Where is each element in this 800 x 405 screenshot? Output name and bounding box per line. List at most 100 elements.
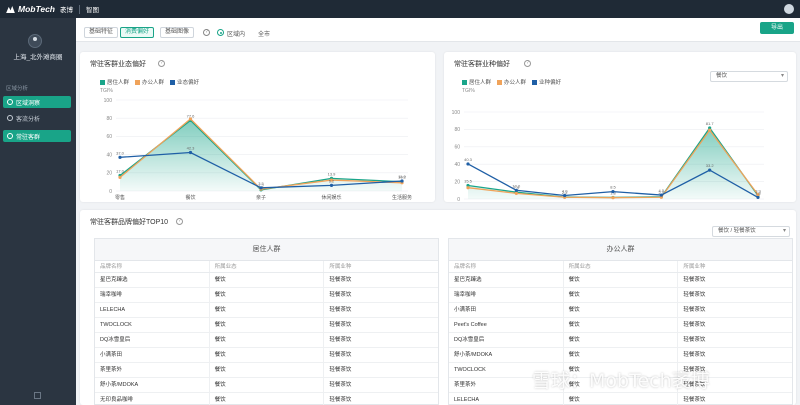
table-cell: 舒小茶/MDOKA bbox=[449, 348, 564, 362]
sidebar-item-label: 常驻客群 bbox=[16, 134, 41, 141]
collapse-icon[interactable] bbox=[34, 392, 41, 399]
help-icon[interactable]: ? bbox=[203, 29, 210, 36]
y-tick-label: 60 bbox=[106, 134, 112, 140]
tab-basic-image[interactable]: 基础图像 bbox=[160, 27, 195, 38]
table-cell: 餐饮 bbox=[210, 318, 325, 332]
avatar[interactable] bbox=[28, 34, 42, 48]
table-cell: 餐饮 bbox=[564, 303, 679, 317]
table-cell: Peet's Coffee bbox=[449, 318, 564, 332]
area-name: 上海_北外滩商圈 bbox=[13, 54, 63, 61]
column-header[interactable]: 所属业种 bbox=[324, 261, 438, 272]
people-icon bbox=[7, 133, 13, 139]
table-cell: 餐饮 bbox=[564, 318, 679, 332]
user-avatar-icon[interactable] bbox=[784, 4, 794, 14]
table-row[interactable]: 星巴克臻选 餐饮 轻餐茶饮 bbox=[95, 273, 438, 288]
table-cell: 轻餐茶饮 bbox=[329, 322, 352, 328]
chart-card-category-preference: 常驻客群业种偏好 ? 餐饮 居住人群 办公人群 业种偏好 TGI% 020406… bbox=[444, 52, 796, 202]
table-row[interactable]: 瑞幸咖啡 餐饮 轻餐茶饮 bbox=[95, 288, 438, 303]
brand-category-select[interactable]: 餐饮 / 轻餐茶饮 bbox=[712, 226, 790, 237]
toolbar: 基础特征 消费偏好 基础图像 ? 区域内 全市 导出 bbox=[76, 18, 800, 42]
y-tick-label: 20 bbox=[454, 179, 460, 185]
table-row[interactable]: LELECHA 餐饮 轻餐茶饮 bbox=[95, 303, 438, 318]
table-cell: 餐饮 bbox=[210, 288, 325, 302]
column-header[interactable]: 所属业态 bbox=[564, 261, 679, 272]
radio-label[interactable]: 全市 bbox=[258, 29, 270, 38]
data-point bbox=[756, 195, 760, 200]
table-cell: 无印良品咖啡 bbox=[95, 393, 210, 405]
data-point bbox=[259, 186, 263, 190]
sidebar-item-label: 客流分析 bbox=[16, 116, 41, 123]
table-row[interactable]: 舒小茶/MDOKA 餐饮 轻餐茶饮 bbox=[449, 348, 792, 363]
y-tick-label: 0 bbox=[457, 197, 460, 202]
brand-logo[interactable]: MobTech 袤博 bbox=[0, 4, 73, 14]
table-cell: 轻餐茶饮 bbox=[683, 277, 706, 283]
table-row[interactable]: 小满茶田 餐饮 轻餐茶饮 bbox=[95, 348, 438, 363]
data-point bbox=[708, 168, 712, 172]
logo-icon bbox=[6, 5, 15, 13]
sidebar-item-traffic[interactable]: 客流分析 bbox=[3, 112, 71, 124]
help-icon[interactable]: ? bbox=[176, 218, 183, 225]
column-header[interactable]: 所属业种 bbox=[678, 261, 792, 272]
radio-in-area[interactable] bbox=[217, 29, 224, 36]
table-cell: 轻餐茶饮 bbox=[683, 322, 706, 328]
table-row[interactable]: TWOCLOCK 餐饮 轻餐茶饮 bbox=[95, 318, 438, 333]
data-label: 33.2 bbox=[706, 163, 715, 168]
table-cell: 轻餐茶饮 bbox=[329, 277, 352, 283]
table-cell: 餐饮 bbox=[210, 303, 325, 317]
data-label: 37.0 bbox=[116, 150, 125, 155]
table-row[interactable]: 茶里茶外 餐饮 轻餐茶饮 bbox=[95, 363, 438, 378]
sidebar-item-area-insight[interactable]: 区域洞察 bbox=[3, 96, 71, 108]
data-point bbox=[188, 117, 193, 121]
x-tick-label: 零售 bbox=[115, 194, 125, 201]
sidebar-item-label: 区域洞察 bbox=[16, 100, 41, 107]
tab-basic-features[interactable]: 基础特征 bbox=[84, 27, 119, 38]
table-cell: 餐饮 bbox=[210, 363, 325, 377]
table-row[interactable]: 星巴克臻选 餐饮 轻餐茶饮 bbox=[449, 273, 792, 288]
chart-icon bbox=[7, 115, 13, 121]
tab-consumption-preference[interactable]: 消费偏好 bbox=[120, 27, 155, 38]
data-label: 42.3 bbox=[187, 146, 196, 151]
table-row[interactable]: DQ冰雪皇后 餐饮 轻餐茶饮 bbox=[95, 333, 438, 348]
y-tick-label: 80 bbox=[454, 127, 460, 133]
table-cell: 轻餐茶饮 bbox=[329, 352, 352, 358]
column-header[interactable]: 品牌名称 bbox=[449, 261, 564, 272]
table-row[interactable]: Peet's Coffee 餐饮 轻餐茶饮 bbox=[449, 318, 792, 333]
table-row[interactable]: 小满茶田 餐饮 轻餐茶饮 bbox=[449, 303, 792, 318]
data-point bbox=[466, 186, 470, 190]
table-cell: 轻餐茶饮 bbox=[329, 337, 352, 343]
table-cell: 餐饮 bbox=[210, 393, 325, 405]
table-cell: LELECHA bbox=[95, 303, 210, 317]
column-header[interactable]: 所属业态 bbox=[210, 261, 325, 272]
table-row[interactable]: 舒小茶/MDOKA 餐饮 轻餐茶饮 bbox=[95, 378, 438, 393]
sidebar: 上海_北外滩商圈 区域分析 区域洞察 客流分析 常驻客群 bbox=[0, 18, 76, 405]
table-body: 星巴克臻选 餐饮 轻餐茶饮 瑞幸咖啡 餐饮 轻餐茶饮 LELECHA 餐饮 轻餐茶饮 TWOCLO… bbox=[95, 273, 438, 405]
table-cell: 轻餐茶饮 bbox=[683, 397, 706, 403]
table-cell: 轻餐茶饮 bbox=[329, 382, 352, 388]
y-tick-label: 0 bbox=[109, 189, 112, 195]
x-tick-label: 亲子 bbox=[256, 194, 266, 201]
table-row[interactable]: 无印良品咖啡 餐饮 轻餐茶饮 bbox=[95, 393, 438, 405]
y-tick-label: 80 bbox=[106, 116, 112, 122]
table-cell: 舒小茶/MDOKA bbox=[95, 378, 210, 392]
data-label: 13.9 bbox=[328, 171, 337, 176]
column-header[interactable]: 品牌名称 bbox=[95, 261, 210, 272]
y-tick-label: 40 bbox=[106, 152, 112, 158]
table-row[interactable]: DQ冰雪皇后 餐饮 轻餐茶饮 bbox=[449, 333, 792, 348]
table-cell: 餐饮 bbox=[210, 348, 325, 362]
table-cell: 餐饮 bbox=[210, 273, 325, 287]
divider bbox=[79, 4, 80, 14]
sidebar-item-resident[interactable]: 常驻客群 bbox=[3, 130, 71, 142]
export-button[interactable]: 导出 bbox=[760, 22, 794, 34]
table-cell: 餐饮 bbox=[210, 333, 325, 347]
table-cell: 小满茶田 bbox=[95, 348, 210, 362]
data-label: 40.3 bbox=[464, 157, 473, 162]
table-row[interactable]: 瑞幸咖啡 餐饮 轻餐茶饮 bbox=[449, 288, 792, 303]
x-tick-label: 生活服务 bbox=[392, 194, 412, 201]
table-row[interactable]: LELECHA 餐饮 轻餐茶饮 bbox=[449, 393, 792, 405]
data-label: 10.0 bbox=[512, 183, 521, 188]
data-label: 81.7 bbox=[706, 121, 715, 126]
table-cell: 轻餐茶饮 bbox=[329, 292, 352, 298]
sidebar-section-title: 区域分析 bbox=[6, 86, 29, 92]
x-tick-label: 休闲娱乐 bbox=[321, 194, 341, 201]
table-cell: 轻餐茶饮 bbox=[329, 367, 352, 373]
